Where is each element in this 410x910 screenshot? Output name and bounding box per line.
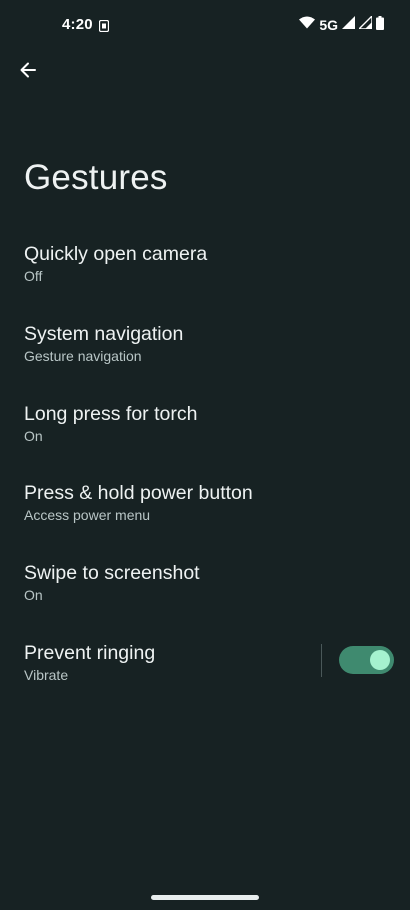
setting-system-navigation[interactable]: System navigation Gesture navigation <box>0 313 410 393</box>
setting-title: Press & hold power button <box>24 482 253 505</box>
network-type: 5G <box>319 17 338 33</box>
setting-swipe-screenshot[interactable]: Swipe to screenshot On <box>0 552 410 632</box>
signal-icon <box>342 16 355 34</box>
setting-quickly-open-camera[interactable]: Quickly open camera Off <box>0 233 410 313</box>
setting-press-hold-power[interactable]: Press & hold power button Access power m… <box>0 472 410 552</box>
status-time: 4:20 <box>62 16 93 33</box>
battery-icon <box>376 15 384 35</box>
setting-prevent-ringing[interactable]: Prevent ringing Vibrate <box>0 632 410 712</box>
back-button[interactable] <box>10 54 46 90</box>
setting-summary: Off <box>24 268 43 284</box>
setting-long-press-torch[interactable]: Long press for torch On <box>0 393 410 473</box>
setting-summary: On <box>24 587 43 604</box>
setting-summary: Gesture navigation <box>24 347 142 364</box>
setting-summary: Access power menu <box>24 507 151 524</box>
setting-title: System navigation <box>24 322 184 345</box>
setting-title: Swipe to screenshot <box>24 562 200 585</box>
status-icons: 5G <box>299 14 384 35</box>
status-bar: 4:20 5G <box>0 0 410 52</box>
settings-list: Quickly open camera Off System navigatio… <box>0 233 410 712</box>
signal-icon <box>357 14 373 34</box>
wifi-icon <box>299 16 316 34</box>
page-title: Gestures <box>24 158 168 197</box>
divider <box>321 643 322 677</box>
setting-title: Long press for torch <box>24 402 198 425</box>
toggle-thumb <box>370 649 390 670</box>
setting-title: Quickly open camera <box>24 243 208 265</box>
prevent-ringing-toggle[interactable] <box>339 645 394 674</box>
sim-notification-icon <box>98 19 110 33</box>
arrow-left-icon <box>18 60 38 85</box>
setting-summary: On <box>24 427 43 444</box>
gesture-nav-handle[interactable] <box>151 895 259 900</box>
